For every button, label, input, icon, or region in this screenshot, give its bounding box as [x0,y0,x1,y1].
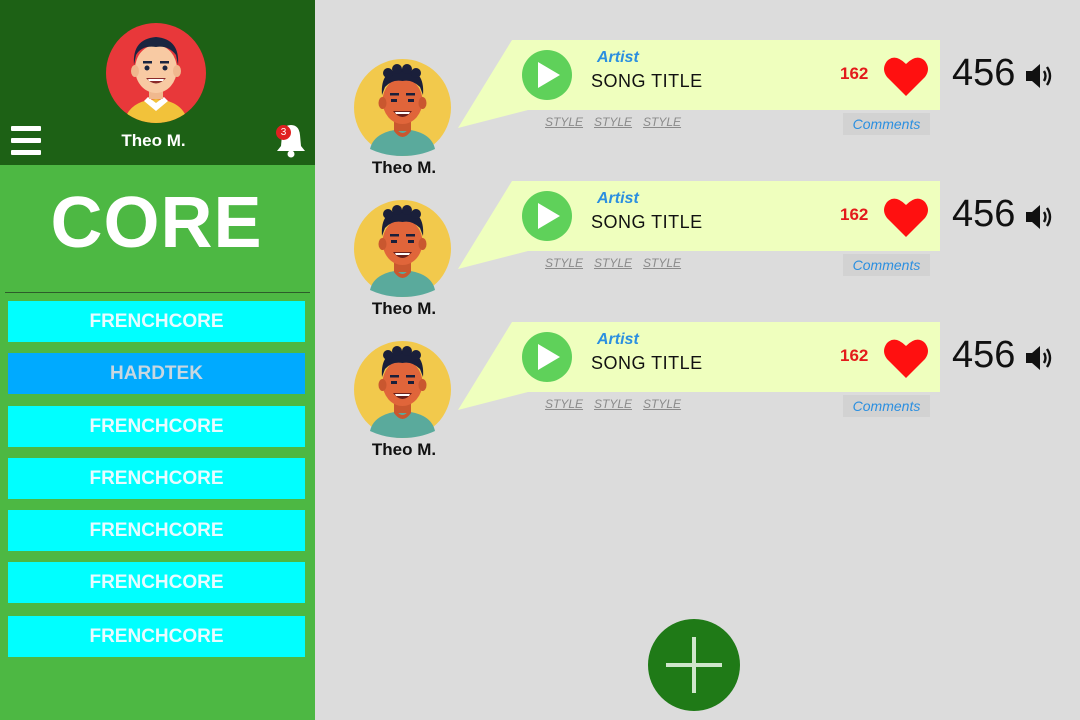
comments-button[interactable]: Comments [843,395,930,417]
style-tag[interactable]: STYLE [594,256,632,270]
genre-item[interactable]: FRENCHCORE [8,616,305,657]
genre-item[interactable]: FRENCHCORE [8,406,305,447]
track-card: Theo M. Artist SONG TITLE 162 STYLE STYL… [350,40,1060,180]
play-button[interactable] [522,332,572,382]
profile-header: Theo M. 3 [0,0,315,165]
style-tag[interactable]: STYLE [545,397,583,411]
user-avatar[interactable] [354,341,451,438]
heart-icon[interactable] [883,196,929,238]
like-count: 162 [840,64,869,83]
style-tag[interactable]: STYLE [545,115,583,129]
genre-item[interactable]: FRENCHCORE [8,458,305,499]
genre-title: CORE [50,183,263,263]
play-count: 456 [952,334,1016,376]
speaker-icon[interactable] [1024,344,1056,372]
heart-icon[interactable] [883,337,929,379]
genre-item-active[interactable]: HARDTEK [8,353,305,394]
genre-item[interactable]: FRENCHCORE [8,301,305,342]
style-tag[interactable]: STYLE [545,256,583,270]
style-tag[interactable]: STYLE [643,397,681,411]
play-count: 456 [952,193,1016,235]
like-count: 162 [840,346,869,365]
style-tags: STYLE STYLE STYLE [545,397,681,411]
track-card: Theo M. Artist SONG TITLE 162 STYLE STYL… [350,181,1060,321]
style-tags: STYLE STYLE STYLE [545,115,681,129]
like-count: 162 [840,205,869,224]
heart-icon[interactable] [883,55,929,97]
track-artist[interactable]: Artist [597,190,639,208]
track-title: SONG TITLE [591,353,703,373]
play-button[interactable] [522,50,572,100]
comments-button[interactable]: Comments [843,113,930,135]
track-card: Theo M. Artist SONG TITLE 162 STYLE STYL… [350,322,1060,462]
track-username: Theo M. [371,158,437,177]
track-username: Theo M. [371,440,437,459]
genre-item[interactable]: FRENCHCORE [8,562,305,603]
play-button[interactable] [522,191,572,241]
profile-avatar[interactable] [106,23,206,123]
play-count: 456 [952,52,1016,94]
style-tag[interactable]: STYLE [643,115,681,129]
track-username: Theo M. [371,299,437,318]
style-tags: STYLE STYLE STYLE [545,256,681,270]
genre-item[interactable]: FRENCHCORE [8,510,305,551]
divider [5,292,310,293]
play-icon [538,62,560,88]
style-tag[interactable]: STYLE [594,115,632,129]
track-artist[interactable]: Artist [597,331,639,349]
play-icon [538,344,560,370]
speaker-icon[interactable] [1024,203,1056,231]
speaker-icon[interactable] [1024,62,1056,90]
style-tag[interactable]: STYLE [594,397,632,411]
user-avatar[interactable] [354,59,451,156]
comments-button[interactable]: Comments [843,254,930,276]
sidebar: Theo M. 3 CORE FRENCHCORE HARDTEK FRENCH… [0,0,315,720]
track-title: SONG TITLE [591,212,703,232]
add-track-button[interactable] [648,619,740,711]
track-title: SONG TITLE [591,71,703,91]
notification-badge: 3 [276,125,291,140]
profile-name: Theo M. [121,131,186,150]
user-avatar[interactable] [354,200,451,297]
track-artist[interactable]: Artist [597,49,639,67]
style-tag[interactable]: STYLE [643,256,681,270]
play-icon [538,203,560,229]
